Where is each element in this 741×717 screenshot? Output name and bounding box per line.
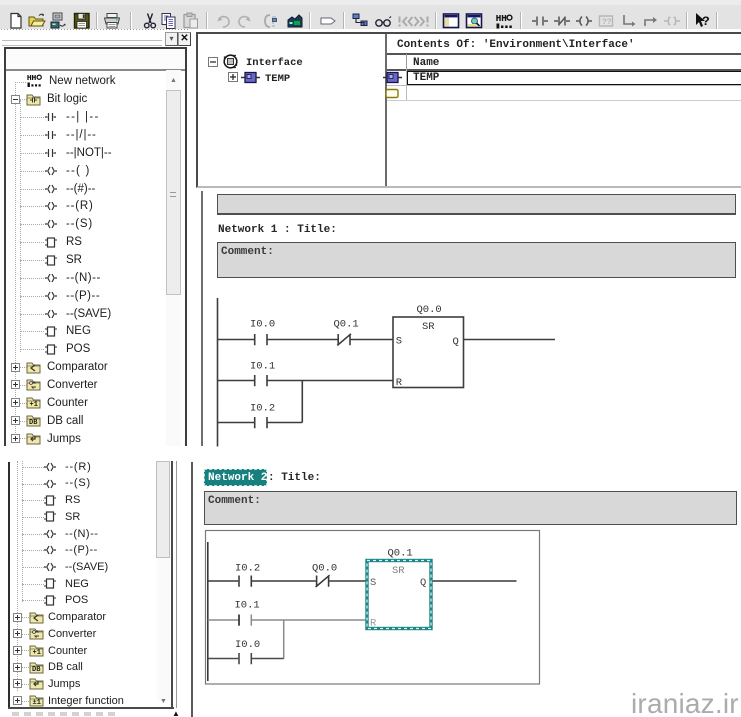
svg-text:R: R <box>396 377 403 389</box>
svg-text:I0.1: I0.1 <box>235 600 260 612</box>
svg-text:?: ? <box>702 14 710 29</box>
svg-text:I0.0: I0.0 <box>235 639 260 651</box>
svg-text:+1: +1 <box>33 649 41 657</box>
svg-text:S: S <box>396 336 402 348</box>
svg-text:S: S <box>370 577 376 589</box>
svg-text:SR: SR <box>422 321 435 333</box>
svg-text:I0.0: I0.0 <box>250 318 275 330</box>
svg-text:Q: Q <box>453 336 459 348</box>
svg-text:SR: SR <box>392 565 405 577</box>
svg-text:Q0.1: Q0.1 <box>388 548 413 560</box>
svg-text:Q0.1: Q0.1 <box>334 318 359 330</box>
svg-text:Q0.0: Q0.0 <box>417 304 442 316</box>
svg-text:DB: DB <box>29 419 38 427</box>
svg-text:Q0.0: Q0.0 <box>312 563 337 575</box>
svg-text:DB: DB <box>32 666 41 674</box>
svg-text:I0.2: I0.2 <box>235 563 260 575</box>
svg-text:+1: +1 <box>30 401 38 409</box>
svg-text:I0.1: I0.1 <box>250 361 275 373</box>
svg-text:R: R <box>370 618 377 630</box>
svg-text:I0.2: I0.2 <box>250 402 275 414</box>
svg-text:Q: Q <box>420 577 426 589</box>
svg-text:±1: ±1 <box>33 699 41 707</box>
svg-text:??: ?? <box>602 18 612 27</box>
